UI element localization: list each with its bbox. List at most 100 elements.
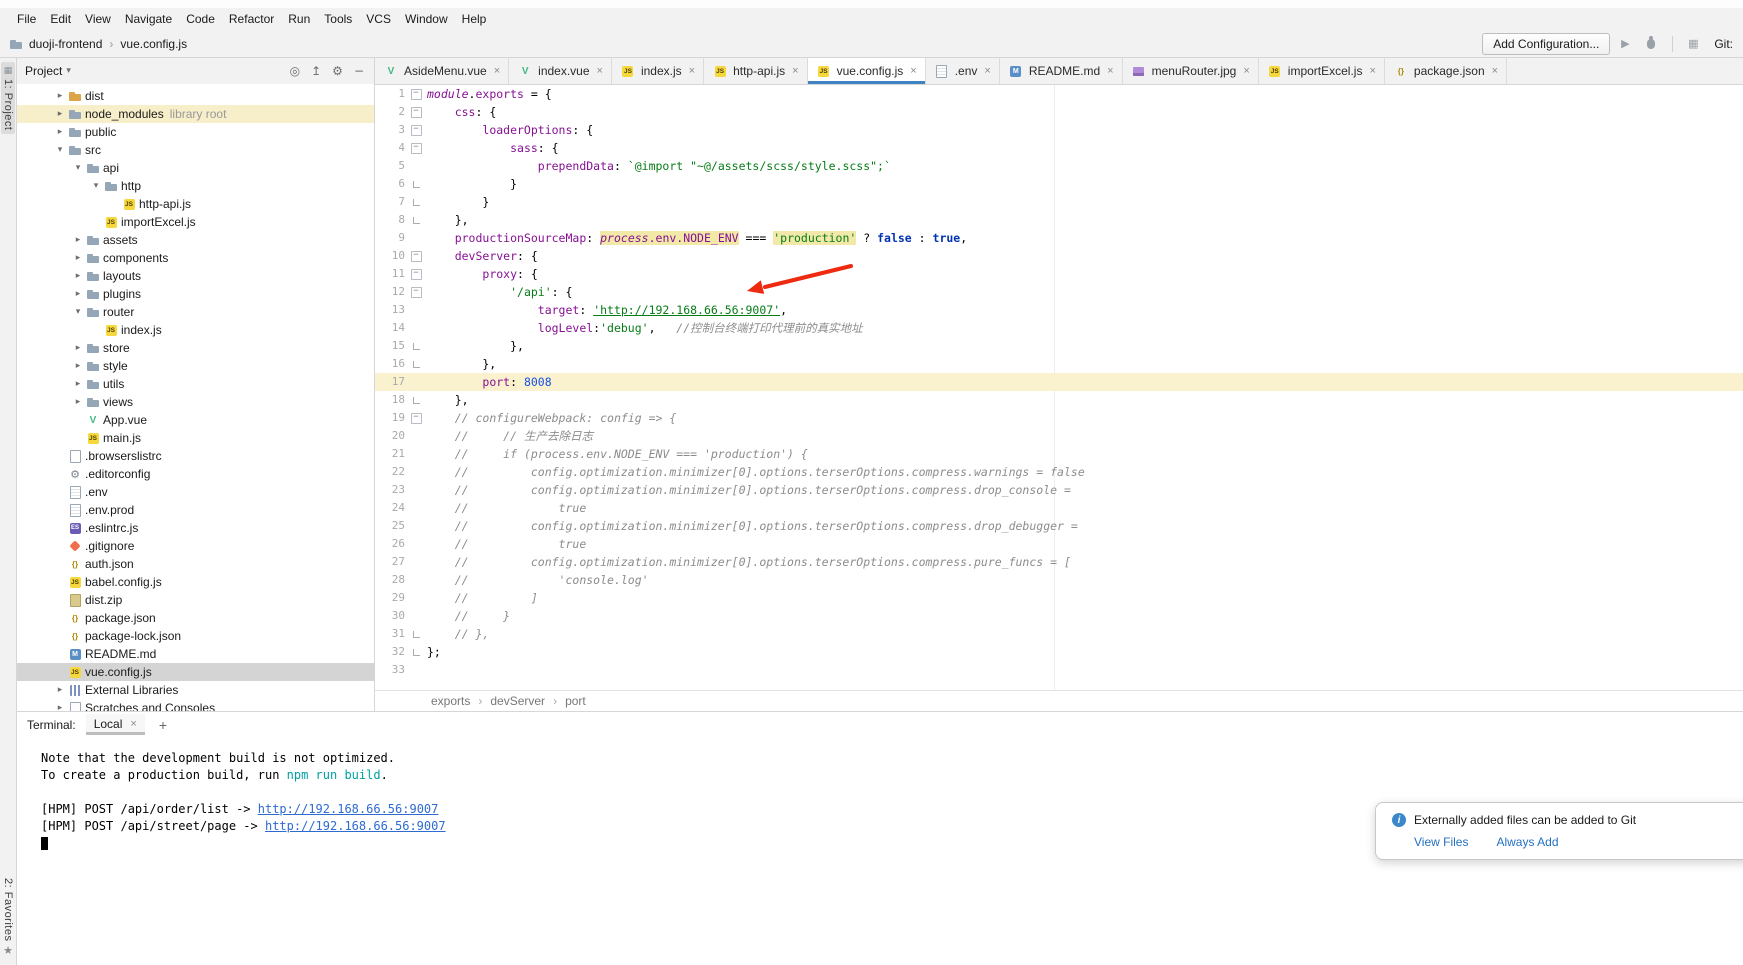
menu-item-refactor[interactable]: Refactor xyxy=(222,10,281,28)
menu-item-code[interactable]: Code xyxy=(179,10,222,28)
fold-icon[interactable] xyxy=(405,631,427,638)
tree-item-.env[interactable]: .env xyxy=(17,483,374,501)
breadcrumb-file[interactable]: vue.config.js xyxy=(120,37,187,51)
tree-item-importExcel.js[interactable]: importExcel.js xyxy=(17,213,374,231)
fold-icon[interactable] xyxy=(405,397,427,404)
tree-item-views[interactable]: ▸views xyxy=(17,393,374,411)
tab-close-icon[interactable]: × xyxy=(1492,65,1498,77)
url-link[interactable]: 'http://192.168.66.56:9007' xyxy=(593,303,780,317)
tree-item-node_modules[interactable]: ▸node_moduleslibrary root xyxy=(17,105,374,123)
tree-item-Scratches and Consoles[interactable]: ▸Scratches and Consoles xyxy=(17,699,374,711)
code-line-10[interactable]: 10 devServer: { xyxy=(375,247,1743,265)
tree-item-components[interactable]: ▸components xyxy=(17,249,374,267)
fold-icon[interactable] xyxy=(405,269,427,280)
editor-tab-index.js[interactable]: index.js× xyxy=(612,58,704,84)
code-line-21[interactable]: 21 // if (process.env.NODE_ENV === 'prod… xyxy=(375,445,1743,463)
chevron-right-icon[interactable]: ▸ xyxy=(53,685,67,695)
fold-icon[interactable] xyxy=(405,361,427,368)
fold-icon[interactable] xyxy=(405,199,427,206)
tree-item-.editorconfig[interactable]: .editorconfig xyxy=(17,465,374,483)
debug-icon[interactable] xyxy=(1647,39,1655,49)
editor-tab-menuRouter.jpg[interactable]: menuRouter.jpg× xyxy=(1123,58,1259,84)
breadcrumb-item-devServer[interactable]: devServer xyxy=(490,694,545,708)
menu-item-file[interactable]: File xyxy=(10,10,43,28)
project-view-selector[interactable]: Project ▾ xyxy=(25,64,71,78)
code-line-24[interactable]: 24 // true xyxy=(375,499,1743,517)
fold-icon[interactable] xyxy=(405,143,427,154)
code-line-19[interactable]: 19 // configureWebpack: config => { xyxy=(375,409,1743,427)
code-line-31[interactable]: 31 // }, xyxy=(375,625,1743,643)
tree-item-README.md[interactable]: README.md xyxy=(17,645,374,663)
tree-item-main.js[interactable]: main.js xyxy=(17,429,374,447)
tree-item-External Libraries[interactable]: ▸External Libraries xyxy=(17,681,374,699)
tree-item-store[interactable]: ▸store xyxy=(17,339,374,357)
editor-tab-http-api.js[interactable]: http-api.js× xyxy=(704,58,807,84)
chevron-down-icon[interactable]: ▾ xyxy=(71,307,85,317)
fold-icon[interactable] xyxy=(405,125,427,136)
collapse-all-icon[interactable]: ↥ xyxy=(311,64,321,78)
code-line-25[interactable]: 25 // config.optimization.minimizer[0].o… xyxy=(375,517,1743,535)
editor-tab-importExcel.js[interactable]: importExcel.js× xyxy=(1259,58,1385,84)
tree-item-plugins[interactable]: ▸plugins xyxy=(17,285,374,303)
hide-panel-icon[interactable]: − xyxy=(354,64,364,78)
chevron-down-icon[interactable]: ▾ xyxy=(71,163,85,173)
run-icon[interactable]: ▶ xyxy=(1615,37,1635,50)
terminal-url-link[interactable]: http://192.168.66.56:9007 xyxy=(265,819,446,833)
chevron-right-icon[interactable]: ▸ xyxy=(71,397,85,407)
code-line-33[interactable]: 33 xyxy=(375,661,1743,679)
code-line-13[interactable]: 13 target: 'http://192.168.66.56:9007', xyxy=(375,301,1743,319)
tree-item-.gitignore[interactable]: .gitignore xyxy=(17,537,374,555)
tree-item-utils[interactable]: ▸utils xyxy=(17,375,374,393)
chevron-right-icon[interactable]: ▸ xyxy=(71,253,85,263)
tree-item-api[interactable]: ▾api xyxy=(17,159,374,177)
code-line-17[interactable]: 17 port: 8008 xyxy=(375,373,1743,391)
code-line-18[interactable]: 18 }, xyxy=(375,391,1743,409)
tree-item-assets[interactable]: ▸assets xyxy=(17,231,374,249)
tree-item-.env.prod[interactable]: .env.prod xyxy=(17,501,374,519)
code-line-27[interactable]: 27 // config.optimization.minimizer[0].o… xyxy=(375,553,1743,571)
code-line-14[interactable]: 14 logLevel:'debug', //控制台终端打印代理前的真实地址 xyxy=(375,319,1743,337)
breadcrumb-item-exports[interactable]: exports xyxy=(431,694,470,708)
code-line-26[interactable]: 26 // true xyxy=(375,535,1743,553)
tab-close-icon[interactable]: × xyxy=(792,65,798,77)
menu-item-view[interactable]: View xyxy=(78,10,118,28)
menu-item-navigate[interactable]: Navigate xyxy=(118,10,179,28)
tree-item-router[interactable]: ▾router xyxy=(17,303,374,321)
editor-tab-index.vue[interactable]: index.vue× xyxy=(509,58,612,84)
always-add-link[interactable]: Always Add xyxy=(1496,835,1558,849)
editor-tab-AsideMenu.vue[interactable]: AsideMenu.vue× xyxy=(375,58,509,84)
fold-icon[interactable] xyxy=(405,89,427,100)
code-line-8[interactable]: 8 }, xyxy=(375,211,1743,229)
menu-item-tools[interactable]: Tools xyxy=(317,10,359,28)
chevron-right-icon[interactable]: ▸ xyxy=(53,109,67,119)
code-line-9[interactable]: 9 productionSourceMap: process.env.NODE_… xyxy=(375,229,1743,247)
chevron-right-icon[interactable]: ▸ xyxy=(71,379,85,389)
tab-close-icon[interactable]: × xyxy=(984,65,990,77)
code-line-3[interactable]: 3 loaderOptions: { xyxy=(375,121,1743,139)
tree-item-http[interactable]: ▾http xyxy=(17,177,374,195)
terminal-tab-local[interactable]: Local × xyxy=(86,714,145,735)
stripe-button-favorites[interactable]: 2: Favorites ★ xyxy=(1,874,15,961)
chevron-right-icon[interactable]: ▸ xyxy=(71,361,85,371)
chevron-right-icon[interactable]: ▸ xyxy=(53,127,67,137)
tree-item-.browserslistrc[interactable]: .browserslistrc xyxy=(17,447,374,465)
menu-item-vcs[interactable]: VCS xyxy=(359,10,398,28)
code-line-1[interactable]: 1module.exports = { xyxy=(375,85,1743,103)
editor-tab-.env[interactable]: .env× xyxy=(926,58,1000,84)
fold-icon[interactable] xyxy=(405,217,427,224)
editor-tab-README.md[interactable]: README.md× xyxy=(1000,58,1123,84)
code-line-6[interactable]: 6 } xyxy=(375,175,1743,193)
tree-item-public[interactable]: ▸public xyxy=(17,123,374,141)
code-line-28[interactable]: 28 // 'console.log' xyxy=(375,571,1743,589)
tab-close-icon[interactable]: × xyxy=(1243,65,1249,77)
tree-item-package.json[interactable]: package.json xyxy=(17,609,374,627)
fold-icon[interactable] xyxy=(405,287,427,298)
code-line-12[interactable]: 12 '/api': { xyxy=(375,283,1743,301)
tree-item-.eslintrc.js[interactable]: .eslintrc.js xyxy=(17,519,374,537)
code-line-23[interactable]: 23 // config.optimization.minimizer[0].o… xyxy=(375,481,1743,499)
chevron-right-icon[interactable]: ▸ xyxy=(71,235,85,245)
tool-grid-icon[interactable]: ▦ xyxy=(1683,37,1703,50)
editor-tab-vue.config.js[interactable]: vue.config.js× xyxy=(808,58,926,84)
menu-item-help[interactable]: Help xyxy=(455,10,494,28)
editor[interactable]: 1module.exports = {2 css: {3 loaderOptio… xyxy=(375,85,1743,690)
